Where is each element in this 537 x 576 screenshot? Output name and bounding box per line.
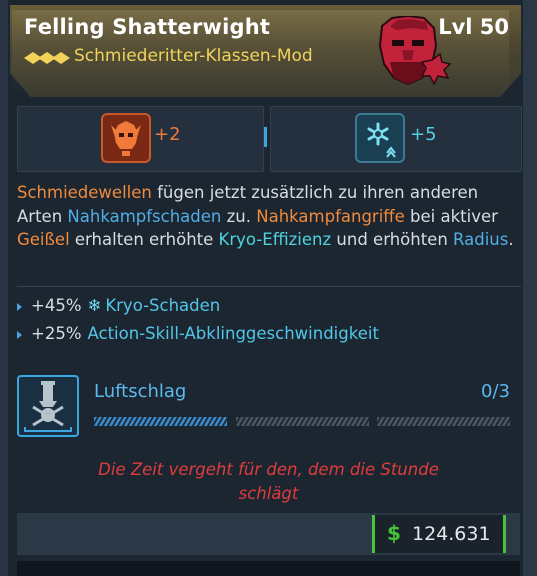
section-divider xyxy=(17,286,521,287)
stat-label: Action-Skill-Abklinggeschwindigkeit xyxy=(87,324,379,343)
augment-name: Luftschlag xyxy=(94,381,187,402)
snowflake-icon: ❄ xyxy=(87,296,102,315)
augment-progress-segment xyxy=(94,417,227,426)
keyword-schmiedewellen: Schmiedewellen xyxy=(17,183,152,202)
augment-progress-segment xyxy=(236,417,369,426)
card-left-edge xyxy=(0,0,8,576)
class-portrait-icon xyxy=(378,16,452,86)
stat-value: +25% xyxy=(31,324,82,343)
description-text: bei aktiver xyxy=(404,206,498,226)
bullet-icon xyxy=(17,330,22,339)
description-text: erhalten erhöhte xyxy=(69,230,219,249)
item-name: Felling Shatterwight xyxy=(24,15,271,39)
augment-count: 0/3 xyxy=(481,381,510,402)
skill-divider xyxy=(264,127,267,147)
keyword-nahkampfangriffe: Nahkampfangriffe xyxy=(256,206,405,226)
item-type: Schmiederitter-Klassen-Mod xyxy=(74,46,313,66)
item-description: Schmiedewellen fügen jetzt zusätzlich zu… xyxy=(17,181,527,252)
cryo-snowflake-icon[interactable] xyxy=(355,113,405,163)
description-text: zu. xyxy=(221,206,257,226)
description-text: . xyxy=(508,230,514,249)
price-value: 124.631 xyxy=(412,523,491,545)
keyword-geissel: Geißel xyxy=(17,230,70,249)
keyword-nahkampfschaden: Nahkampfschaden xyxy=(67,206,222,226)
flavor-text: Die Zeit vergeht für den, dem die Stunde… xyxy=(40,458,497,506)
footer-strip xyxy=(17,561,520,576)
fire-skull-icon[interactable] xyxy=(101,113,151,163)
stat-line-kryo: +45% ❄ Kryo-Schaden xyxy=(17,296,220,315)
flavor-line: Die Zeit vergeht für den, dem die Stunde xyxy=(98,460,439,479)
keyword-radius: Radius xyxy=(453,230,509,249)
card-right-edge xyxy=(523,0,537,576)
skill-bonus-cryo: +5 xyxy=(410,124,437,145)
stat-value: +45% xyxy=(31,296,82,315)
stat-line-cooldown: +25% Action-Skill-Abklinggeschwindigkeit xyxy=(17,324,379,343)
dollar-icon: $ xyxy=(387,521,401,545)
augment-progress-segment xyxy=(377,417,510,426)
stat-label: Kryo-Schaden xyxy=(105,296,221,315)
airstrike-skull-icon[interactable] xyxy=(17,375,79,437)
rarity-chevrons-icon xyxy=(24,52,70,64)
bullet-icon xyxy=(17,302,22,311)
flavor-line: schlägt xyxy=(238,484,299,503)
skill-bonus-fire: +2 xyxy=(154,124,181,145)
description-text: und erhöhten xyxy=(331,230,454,249)
keyword-kryo-effizienz: Kryo-Effizienz xyxy=(218,230,332,249)
